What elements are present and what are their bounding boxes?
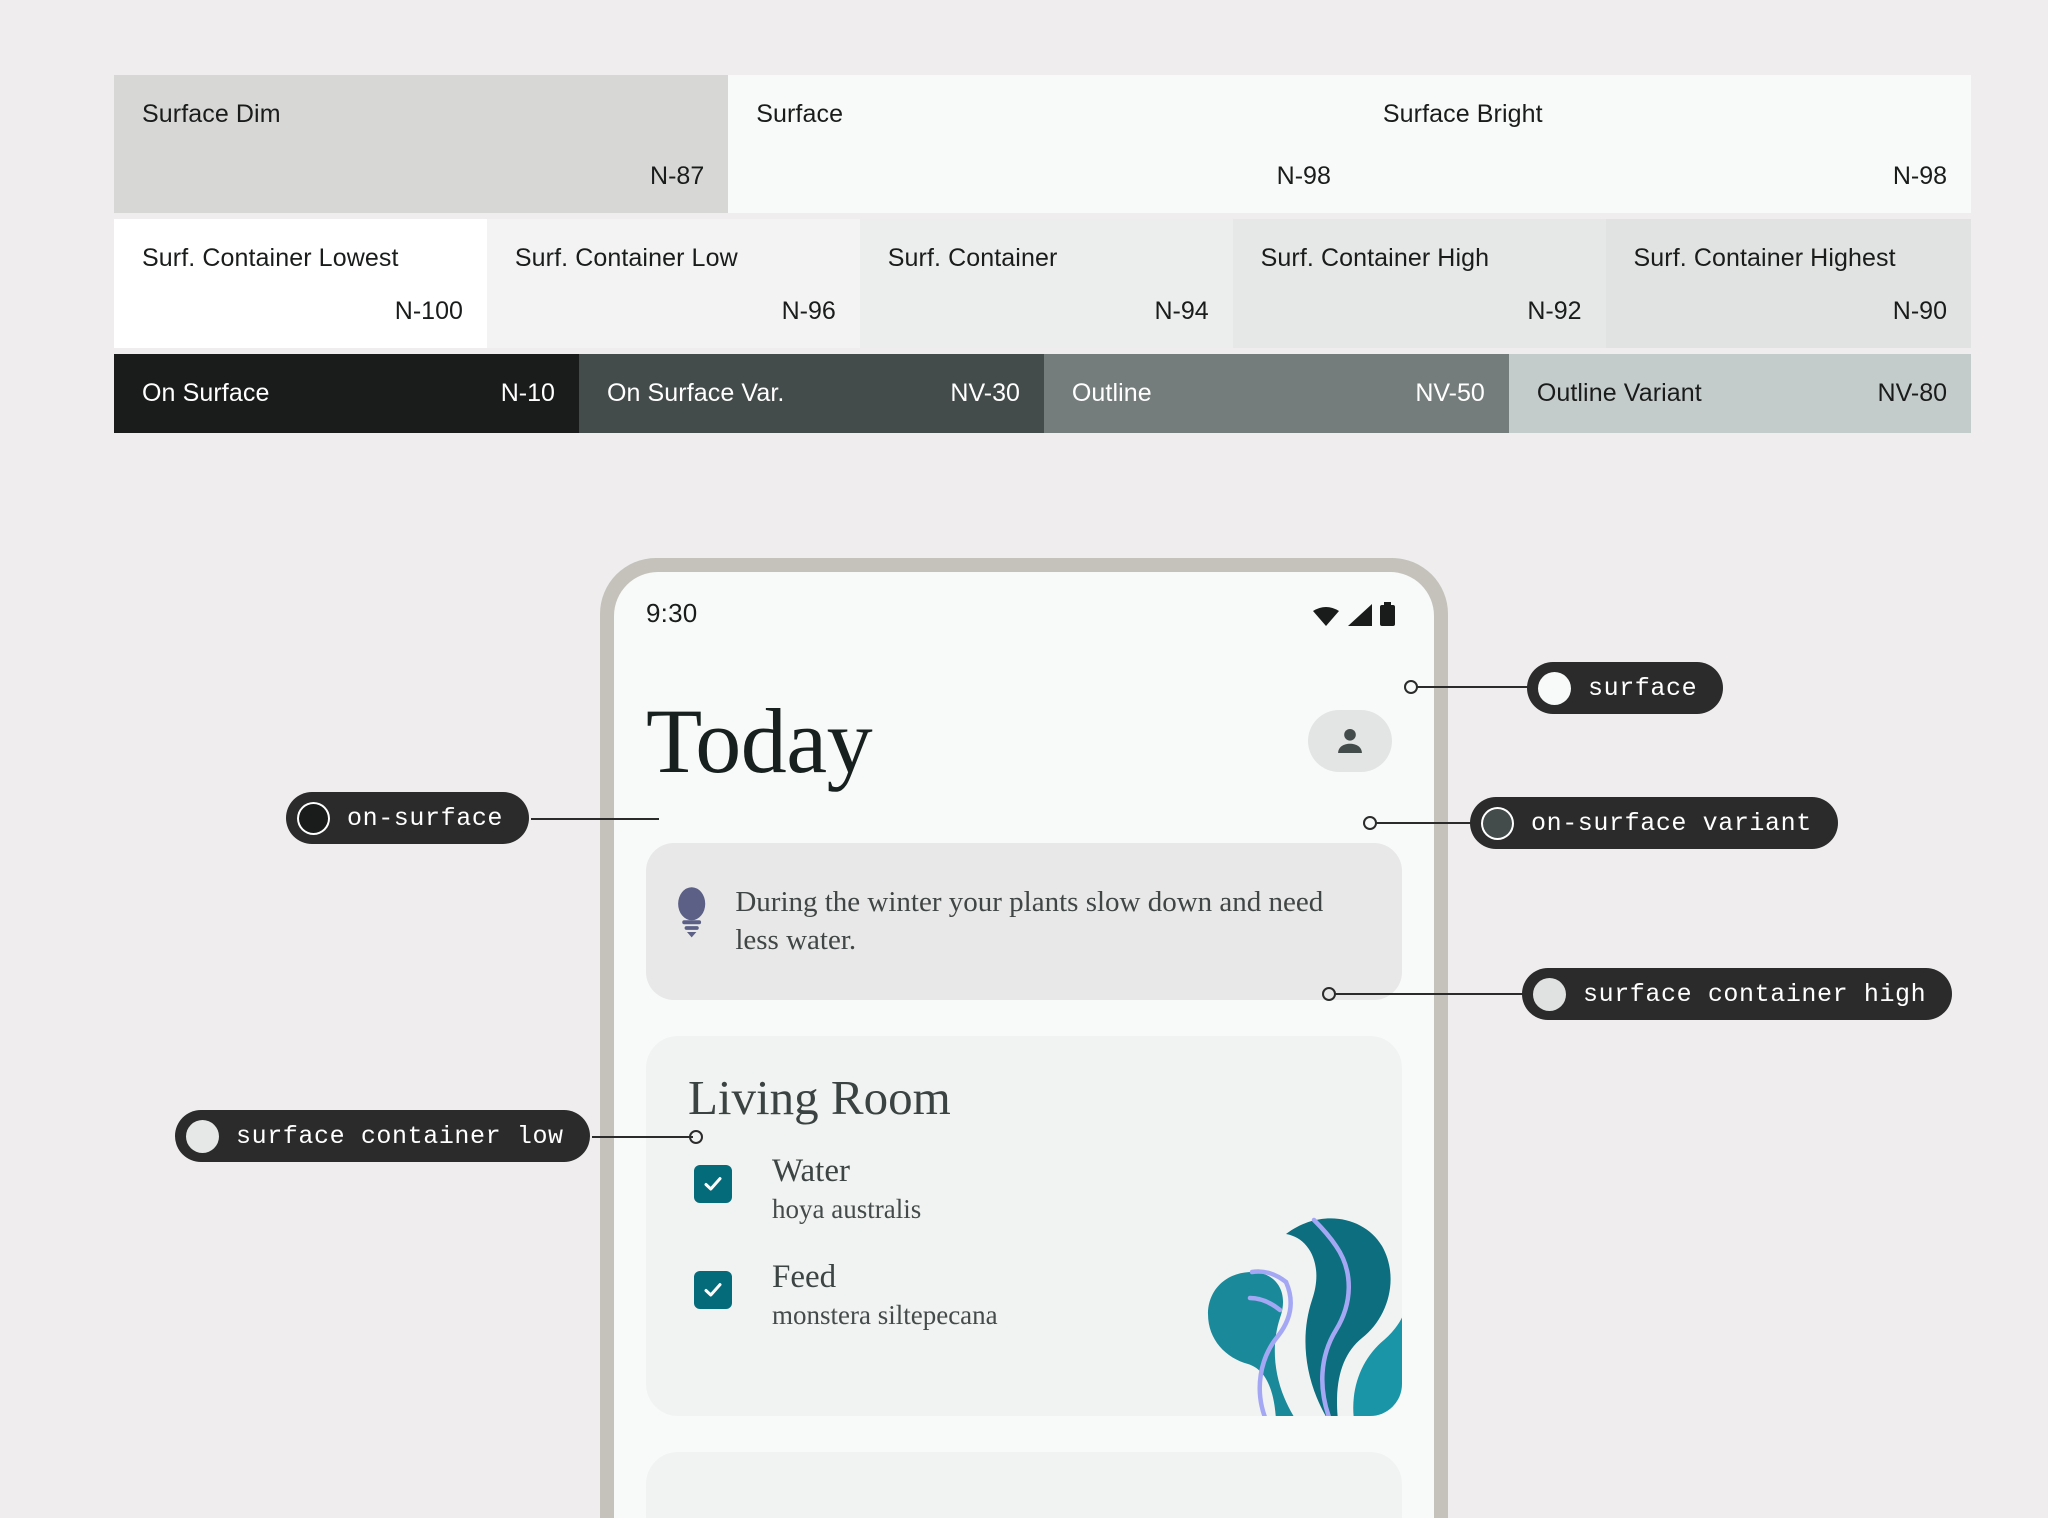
task-list: Water hoya australis Feed monstera siltepec… <box>646 1123 1402 1332</box>
task-checkbox[interactable] <box>694 1271 732 1310</box>
annotation-pill-surface[interactable]: surface <box>1527 662 1724 714</box>
color-swatch: Surf. Container High N-92 <box>1232 219 1606 348</box>
color-swatch: Surf. Container N-94 <box>859 219 1233 348</box>
task-plant-name: hoya australis <box>772 1193 922 1224</box>
status-bar: 9:30 <box>614 572 1434 629</box>
swatch-name: Surface Dim <box>142 100 281 128</box>
color-swatch: Surf. Container Low N-96 <box>486 219 860 348</box>
swatch-code: N-100 <box>394 297 463 325</box>
swatch-name: Surf. Container Low <box>514 244 738 272</box>
task-title: Water <box>772 1152 850 1189</box>
color-swatch: Surf. Container Highest N-90 <box>1605 219 1971 348</box>
swatch-code: N-92 <box>1527 297 1582 325</box>
palette-row-on-surface: On Surface N-10 On Surface Var. NV-30 Outlin… <box>114 354 1972 433</box>
task-checkbox[interactable] <box>694 1164 732 1203</box>
annotation-pill-surface-container-high[interactable]: surface container high <box>1522 968 1953 1020</box>
swatch-code: NV-50 <box>1415 379 1485 407</box>
battery-icon <box>1380 601 1395 626</box>
swatch-dot <box>1533 977 1566 1011</box>
task-row[interactable]: Water hoya australis <box>694 1153 1402 1225</box>
swatch-dot <box>297 801 330 835</box>
swatch-name: Outline Variant <box>1536 378 1702 407</box>
swatch-code: N-98 <box>1892 162 1947 190</box>
color-palette: Surface Dim N-87 Surface N-98 Surface Bright… <box>114 75 1972 433</box>
leader-line <box>531 818 659 820</box>
swatch-dot <box>186 1119 219 1153</box>
check-icon <box>704 1177 722 1191</box>
status-icons <box>1313 601 1396 626</box>
wifi-icon <box>1313 606 1339 626</box>
color-swatch: Outline NV-50 <box>1043 354 1509 433</box>
phone-screen: 9:30 Today During the winter your plants… <box>614 572 1434 1518</box>
color-swatch: Outline Variant NV-80 <box>1508 354 1972 433</box>
status-time: 9:30 <box>646 598 698 628</box>
phone-mockup: 9:30 Today During the winter your plants… <box>600 558 1448 1518</box>
annotation-label: on-surface variant <box>1531 808 1812 838</box>
swatch-code: NV-80 <box>1877 379 1948 407</box>
annotation-pill-on-surface-variant[interactable]: on-surface variant <box>1470 797 1838 849</box>
signal-icon <box>1348 603 1372 626</box>
color-swatch: On Surface Var. NV-30 <box>578 354 1044 433</box>
annotation-pill-surface-container-low[interactable]: surface container low <box>175 1110 590 1162</box>
color-swatch: Surface N-98 <box>728 75 1355 213</box>
swatch-name: On Surface <box>142 378 270 407</box>
task-text: Water hoya australis <box>772 1153 921 1225</box>
swatch-dot <box>1481 806 1514 840</box>
swatch-code: N-87 <box>650 162 705 190</box>
leader-line <box>1334 993 1527 995</box>
swatch-name: Surf. Container <box>887 244 1058 272</box>
swatch-code: N-94 <box>1154 297 1209 325</box>
leader-line <box>1375 822 1485 824</box>
swatch-name: Surf. Container High <box>1260 244 1490 272</box>
screenshot-root: Surface Dim N-87 Surface N-98 Surface Bright… <box>0 0 2048 1518</box>
task-plant-name: monstera siltepecana <box>772 1300 998 1331</box>
lightbulb-icon <box>678 887 706 938</box>
page-title: Today <box>646 690 873 792</box>
annotation-label: surface container high <box>1583 979 1927 1009</box>
palette-row-surfaces: Surface Dim N-87 Surface N-98 Surface Bright… <box>114 75 1971 213</box>
annotation-label: surface container low <box>236 1121 564 1151</box>
color-swatch: Surf. Container Lowest N-100 <box>114 219 487 348</box>
palette-row-containers: Surf. Container Lowest N-100 Surf. Contain… <box>114 219 1971 348</box>
swatch-code: N-90 <box>1892 297 1947 325</box>
room-title: Living Room <box>688 1069 951 1125</box>
swatch-code: N-96 <box>781 297 836 325</box>
swatch-name: Surf. Container Lowest <box>142 244 399 272</box>
swatch-code: N-98 <box>1276 162 1331 190</box>
task-text: Feed monstera siltepecana <box>772 1259 998 1331</box>
task-title: Feed <box>772 1259 837 1296</box>
check-icon <box>704 1283 722 1297</box>
color-swatch: Surface Dim N-87 <box>114 75 729 213</box>
tip-card[interactable]: During the winter your plants slow down … <box>646 843 1402 1000</box>
swatch-code: N-10 <box>500 379 555 407</box>
swatch-name: Outline <box>1071 378 1152 407</box>
room-card-next[interactable] <box>646 1451 1402 1518</box>
swatch-name: Surface <box>756 100 844 128</box>
annotation-label: on-surface <box>347 803 504 833</box>
tip-text: During the winter your plants slow down … <box>735 886 1324 957</box>
swatch-code: NV-30 <box>950 379 1020 407</box>
swatch-name: Surf. Container Highest <box>1633 244 1896 272</box>
person-icon <box>1338 728 1362 754</box>
annotation-label: surface <box>1588 673 1698 703</box>
annotation-pill-on-surface[interactable]: on-surface <box>286 792 530 844</box>
swatch-name: Surface Bright <box>1382 100 1543 128</box>
swatch-name: On Surface Var. <box>606 378 785 407</box>
app-header: Today <box>614 629 1434 787</box>
room-card-living-room[interactable]: Living Room Water hoya australis Feed monst… <box>646 1035 1402 1416</box>
swatch-dot <box>1538 671 1571 705</box>
task-row[interactable]: Feed monstera siltepecana <box>694 1259 1402 1331</box>
avatar-button[interactable] <box>1308 710 1392 772</box>
color-swatch: Surface Bright N-98 <box>1354 75 1971 213</box>
color-swatch: On Surface N-10 <box>114 354 579 433</box>
leader-line <box>1416 686 1534 688</box>
